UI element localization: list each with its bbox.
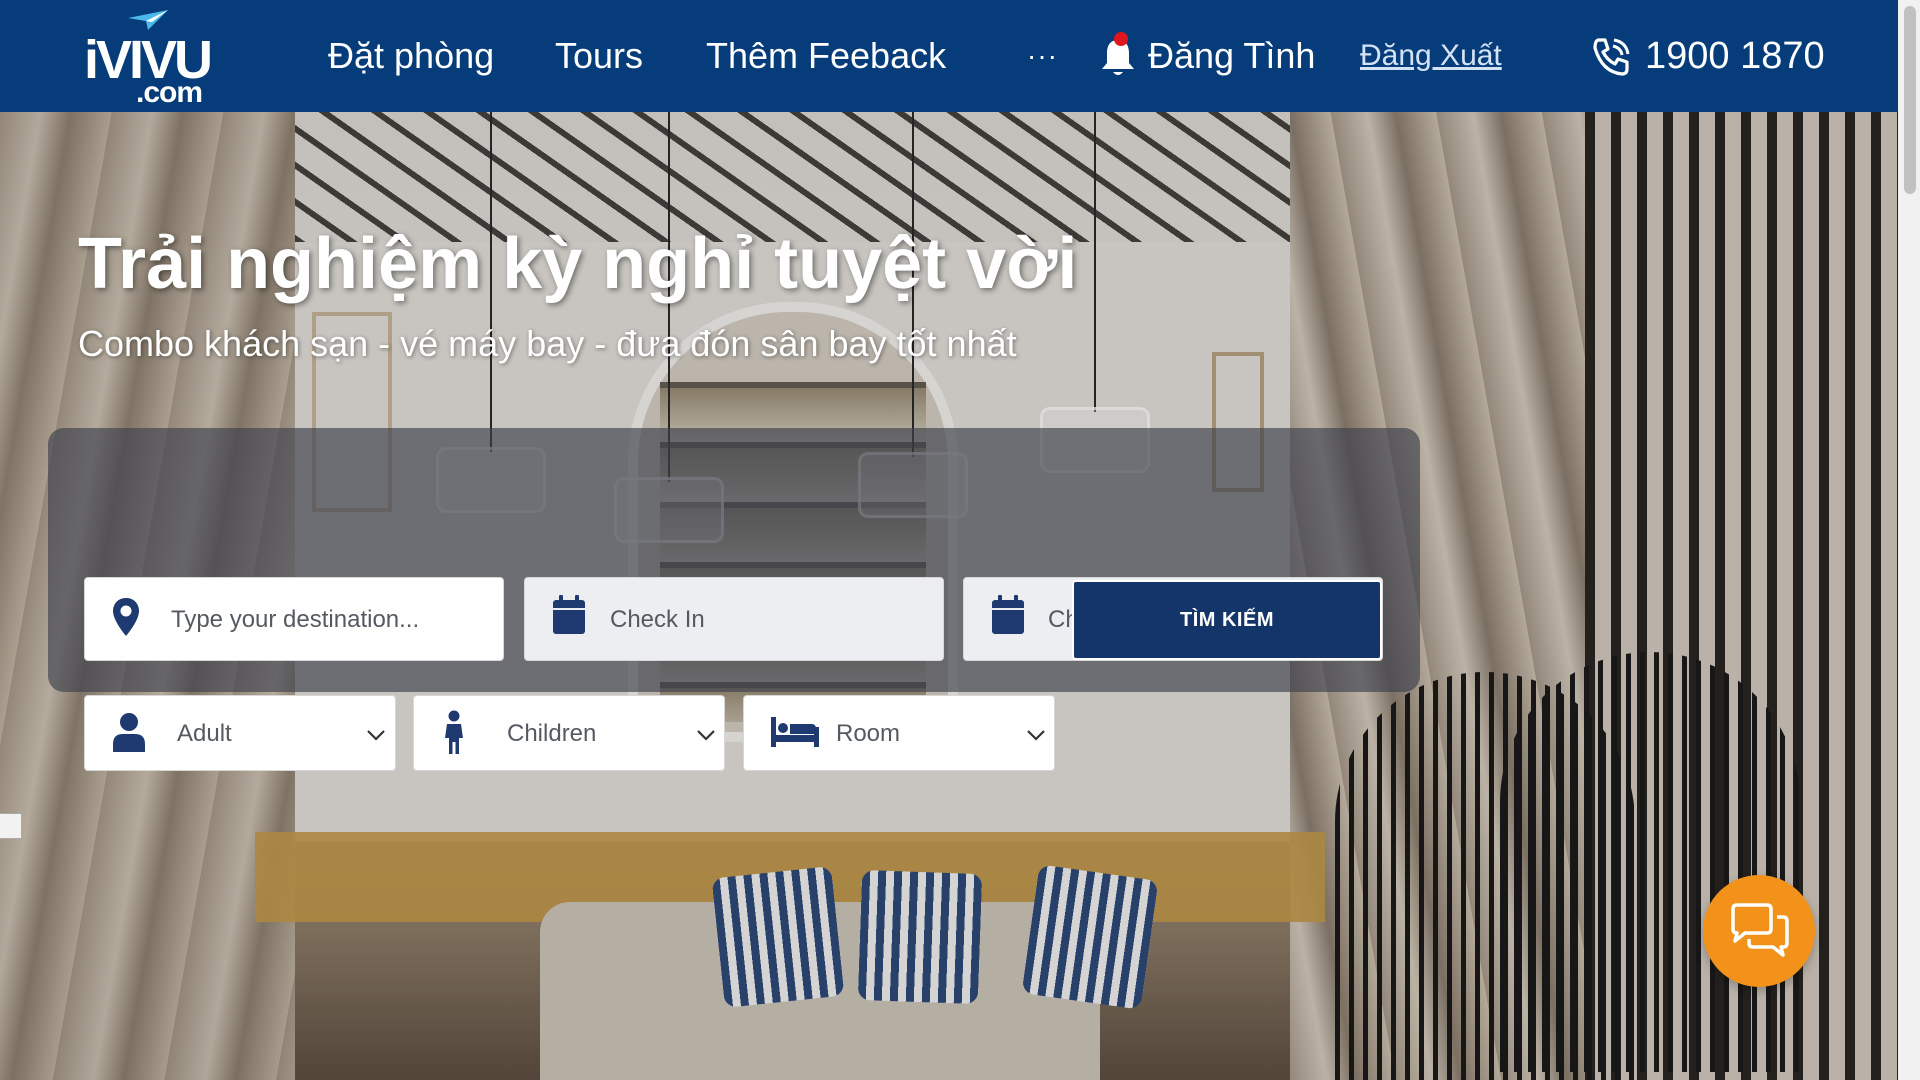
- calendar-icon: [553, 595, 585, 634]
- chat-bubbles-icon: [1731, 903, 1789, 957]
- ivivu-logo[interactable]: iVIVU .com: [84, 8, 224, 108]
- more-menu-button[interactable]: ···: [1027, 34, 1058, 78]
- adult-select[interactable]: Adult: [84, 695, 396, 771]
- nav-item-them-feeback[interactable]: Thêm Feeback: [706, 34, 946, 78]
- map-pin-icon: [113, 598, 139, 636]
- destination-field[interactable]: Type your destination...: [84, 577, 504, 661]
- hotline-number[interactable]: 1900 1870: [1645, 34, 1825, 78]
- children-select[interactable]: Children: [413, 695, 725, 771]
- phone-icon: [1593, 38, 1630, 76]
- nav-item-tours[interactable]: Tours: [555, 34, 643, 78]
- calendar-icon: [992, 595, 1024, 634]
- plane-icon: [128, 10, 168, 30]
- search-button[interactable]: TÌM KIẾM: [1072, 580, 1382, 660]
- logout-link[interactable]: Đăng Xuất: [1360, 38, 1502, 74]
- hero-subtitle: Combo khách sạn - vé máy bay - đưa đón s…: [78, 323, 1017, 364]
- chevron-down-icon: [697, 730, 715, 741]
- adult-label: Adult: [177, 720, 232, 747]
- child-icon: [445, 710, 463, 754]
- room-select[interactable]: Room: [743, 695, 1055, 771]
- check-in-placeholder: Check In: [610, 606, 705, 633]
- chevron-down-icon: [1027, 730, 1045, 741]
- user-name[interactable]: Đăng Tình: [1148, 34, 1315, 78]
- notification-dot: [1114, 32, 1128, 46]
- person-icon: [113, 713, 145, 752]
- hero-title: Trải nghiệm kỳ nghỉ tuyệt vời: [78, 224, 1078, 304]
- chevron-down-icon: [367, 730, 385, 741]
- logo-domain-text: .com: [136, 76, 203, 109]
- children-label: Children: [507, 720, 597, 747]
- chat-button[interactable]: [1703, 875, 1815, 987]
- bed-icon: [771, 717, 819, 747]
- top-navbar: iVIVU .com Đặt phòng Tours Thêm Feeback …: [0, 0, 1898, 112]
- check-in-field[interactable]: Check In: [524, 577, 944, 661]
- nav-item-dat-phong[interactable]: Đặt phòng: [328, 34, 494, 78]
- destination-placeholder: Type your destination...: [171, 606, 420, 633]
- side-widget-icon[interactable]: [0, 813, 22, 839]
- room-label: Room: [836, 720, 901, 747]
- scrollbar-thumb[interactable]: [1904, 6, 1916, 194]
